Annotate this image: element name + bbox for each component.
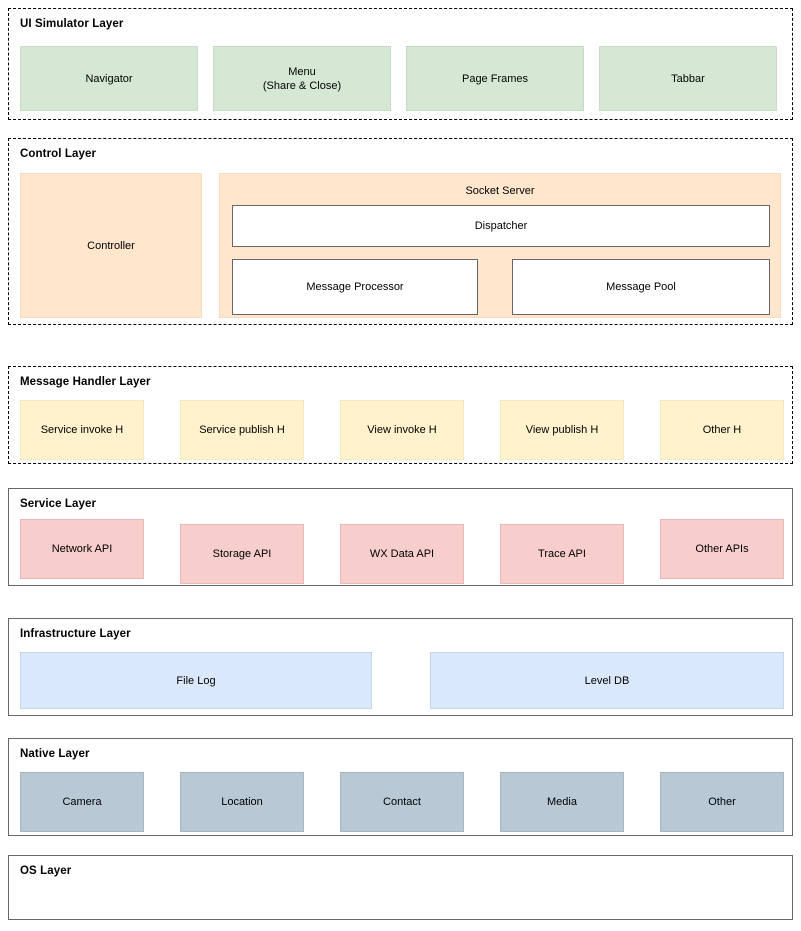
node-label-page-frames: Page Frames [461,72,529,85]
node-label-wx-data-api: WX Data API [369,548,435,560]
layer-message-handler: Message Handler Layer Service invoke H S… [8,366,793,464]
node-contact[interactable]: Contact [340,772,464,832]
layer-title-message-handler: Message Handler Layer [20,376,151,388]
node-media[interactable]: Media [500,772,624,832]
node-label-service-invoke-handler: Service invoke H [40,424,124,436]
node-file-log[interactable]: File Log [20,652,372,709]
layer-title-native: Native Layer [20,748,90,760]
layer-title-os: OS Layer [20,865,72,877]
node-view-publish-handler[interactable]: View publish H [500,400,624,460]
node-label-camera: Camera [62,796,102,808]
layer-native: Native Layer Camera Location Contact Med… [8,738,793,836]
layer-infrastructure: Infrastructure Layer File Log Level DB [8,618,793,716]
node-camera[interactable]: Camera [20,772,144,832]
node-label-view-publish-handler: View publish H [525,424,599,436]
group-socket-server: Socket Server Dispatcher Message Process… [219,173,781,318]
node-level-db[interactable]: Level DB [430,652,784,709]
node-page-frames[interactable]: Page Frames [406,46,584,111]
node-message-processor[interactable]: Message Processor [232,259,478,315]
node-label-tabbar: Tabbar [671,72,705,85]
group-label-socket-server: Socket Server [465,185,535,197]
layer-title-service: Service Layer [20,498,97,510]
layer-ui-simulator: UI Simulator Layer Navigator Menu (Share… [8,8,793,120]
node-trace-api[interactable]: Trace API [500,524,624,584]
node-label-other-apis: Other APIs [695,543,749,555]
node-other-native[interactable]: Other [660,772,784,832]
node-label-network-api: Network API [51,543,113,555]
node-wx-data-api[interactable]: WX Data API [340,524,464,584]
node-navigator[interactable]: Navigator [20,46,198,111]
node-controller[interactable]: Controller [20,173,202,318]
node-label-menu-line1: Menu [288,65,316,78]
layer-service: Service Layer Network API Storage API WX… [8,488,793,586]
node-label-other-native: Other [708,796,736,808]
node-label-location: Location [221,796,263,808]
node-message-pool[interactable]: Message Pool [512,259,770,315]
node-service-publish-handler[interactable]: Service publish H [180,400,304,460]
node-label-level-db: Level DB [584,674,630,687]
node-view-invoke-handler[interactable]: View invoke H [340,400,464,460]
layer-control: Control Layer Controller Socket Server D… [8,138,793,325]
layer-title-infrastructure: Infrastructure Layer [20,628,131,640]
node-label-trace-api: Trace API [538,548,586,560]
node-dispatcher[interactable]: Dispatcher [232,205,770,247]
node-label-navigator: Navigator [85,72,133,85]
node-label-media: Media [547,796,577,808]
layer-title-ui-simulator: UI Simulator Layer [20,18,124,30]
node-label-storage-api: Storage API [212,548,272,560]
node-label-controller: Controller [87,239,135,252]
node-tabbar[interactable]: Tabbar [599,46,777,111]
node-label-message-processor: Message Processor [306,281,404,293]
layer-title-control: Control Layer [20,148,97,160]
layer-os: OS Layer [8,855,793,920]
node-label-view-invoke-handler: View invoke H [367,424,437,436]
node-label-dispatcher: Dispatcher [474,220,528,232]
node-label-other-handler: Other H [702,424,742,436]
node-label-message-pool: Message Pool [606,281,676,293]
node-storage-api[interactable]: Storage API [180,524,304,584]
node-menu[interactable]: Menu (Share & Close) [213,46,391,111]
node-label-file-log: File Log [176,674,216,687]
architecture-diagram: UI Simulator Layer Navigator Menu (Share… [0,0,801,931]
node-label-service-publish-handler: Service publish H [199,424,285,436]
node-network-api[interactable]: Network API [20,519,144,579]
node-service-invoke-handler[interactable]: Service invoke H [20,400,144,460]
node-other-apis[interactable]: Other APIs [660,519,784,579]
node-label-contact: Contact [383,796,421,808]
node-other-handler[interactable]: Other H [660,400,784,460]
node-label-menu-line2: (Share & Close) [262,79,342,92]
node-location[interactable]: Location [180,772,304,832]
